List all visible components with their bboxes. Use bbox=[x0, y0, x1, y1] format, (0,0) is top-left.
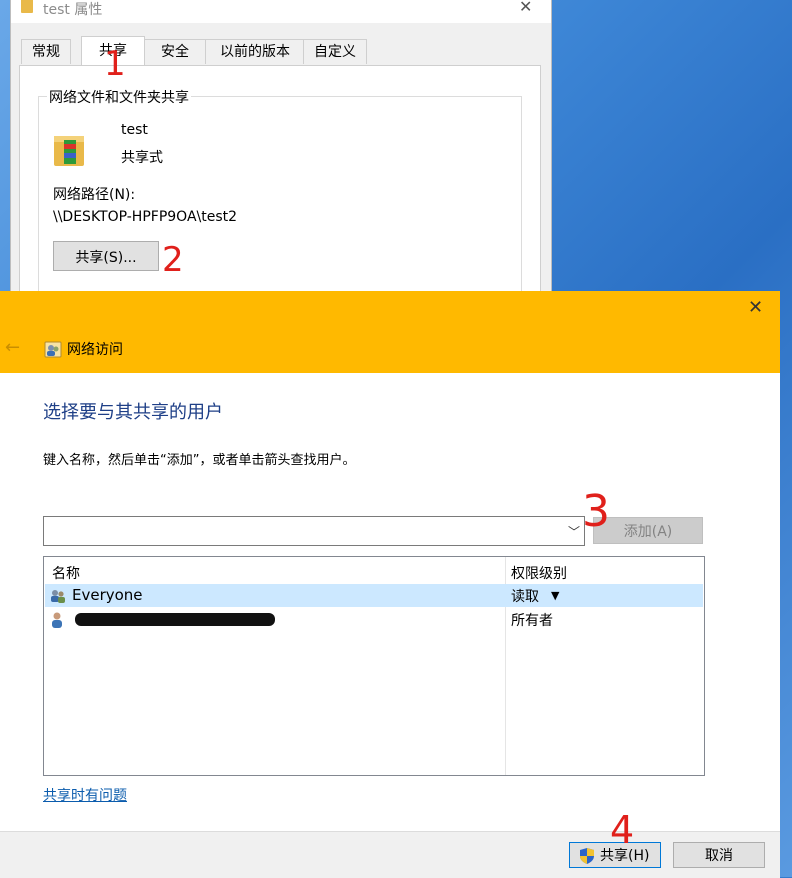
redaction-mark bbox=[75, 613, 275, 626]
properties-title: test 属性 bbox=[43, 2, 103, 18]
back-arrow-icon[interactable]: ← bbox=[5, 337, 20, 358]
share-status: 共享式 bbox=[121, 150, 163, 166]
share-button[interactable]: 共享(S)... bbox=[53, 241, 159, 271]
dialog-heading: 选择要与其共享的用户 bbox=[43, 402, 223, 423]
table-row[interactable]: Everyone 读取 ▼ bbox=[45, 584, 703, 607]
column-header-name[interactable]: 名称 bbox=[52, 563, 80, 583]
network-access-dialog: ✕ ← 网络访问 选择要与其共享的用户 键入名称，然后单击“添加”，或者单击箭头… bbox=[0, 291, 780, 878]
user-name-combobox[interactable]: ﹀ bbox=[43, 516, 585, 546]
folder-name: test bbox=[121, 122, 148, 138]
sharing-help-link[interactable]: 共享时有问题 bbox=[43, 785, 127, 805]
chevron-down-icon[interactable]: ﹀ bbox=[568, 523, 580, 540]
dialog-footer: 共享(H) 取消 bbox=[0, 831, 780, 878]
caret-down-icon[interactable]: ▼ bbox=[551, 589, 559, 602]
annotation-step-1: 1 bbox=[104, 44, 126, 84]
close-icon[interactable]: ✕ bbox=[519, 0, 532, 16]
cancel-button[interactable]: 取消 bbox=[673, 842, 765, 868]
column-header-permission[interactable]: 权限级别 bbox=[511, 563, 567, 583]
tab-security[interactable]: 安全 bbox=[143, 39, 207, 64]
tab-general[interactable]: 常规 bbox=[21, 39, 71, 64]
close-icon[interactable]: ✕ bbox=[748, 297, 763, 318]
dialog-title: 网络访问 bbox=[67, 342, 123, 358]
user-group-icon bbox=[51, 590, 65, 603]
network-path-label: 网络路径(N): bbox=[53, 187, 136, 203]
folder-icon bbox=[21, 0, 33, 13]
user-icon bbox=[52, 612, 62, 628]
tab-customize[interactable]: 自定义 bbox=[303, 39, 367, 64]
properties-titlebar: test 属性 ✕ bbox=[11, 0, 551, 23]
permission-level: 所有者 bbox=[511, 613, 553, 629]
shared-folder-icon bbox=[54, 136, 84, 166]
group-title: 网络文件和文件夹共享 bbox=[47, 87, 191, 107]
annotation-step-2: 2 bbox=[162, 240, 184, 280]
network-path: \\DESKTOP-HPFP9OA\test2 bbox=[53, 209, 238, 225]
dialog-header: ✕ ← 网络访问 bbox=[0, 291, 780, 373]
instruction-text: 键入名称，然后单击“添加”，或者单击箭头查找用户。 bbox=[43, 453, 356, 468]
permission-level[interactable]: 读取 bbox=[511, 586, 539, 606]
annotation-step-4: 4 bbox=[610, 808, 635, 852]
uac-shield-icon bbox=[580, 848, 594, 864]
user-permission-list[interactable]: 名称 权限级别 Everyone 读取 ▼ 所有者 bbox=[43, 556, 705, 776]
user-name-input[interactable] bbox=[44, 517, 566, 543]
user-name: Everyone bbox=[72, 586, 143, 604]
annotation-step-3: 3 bbox=[582, 486, 610, 537]
properties-tabs: 常规 共享 安全 以前的版本 自定义 bbox=[21, 36, 541, 65]
table-row[interactable]: 所有者 bbox=[45, 608, 703, 631]
network-users-icon bbox=[44, 341, 62, 358]
tab-previous-versions[interactable]: 以前的版本 bbox=[205, 39, 305, 64]
